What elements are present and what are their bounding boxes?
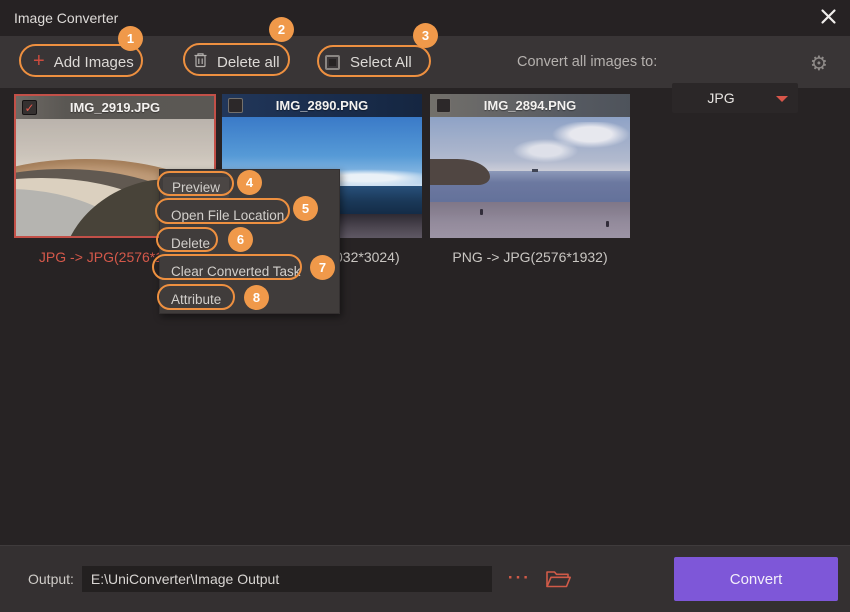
thumbnail-2-filename: IMG_2890.PNG [222, 94, 422, 117]
close-button[interactable] [816, 7, 840, 31]
chevron-down-icon [776, 96, 788, 102]
add-images-button[interactable]: + Add Images [33, 36, 134, 88]
checkbox-icon [325, 55, 340, 70]
trash-icon [193, 52, 208, 73]
select-all-label: Select All [350, 54, 412, 71]
output-label: Output: [28, 571, 74, 587]
browse-ellipsis-button[interactable]: ··· [508, 569, 531, 586]
close-icon [820, 8, 837, 30]
delete-all-button[interactable]: Delete all [193, 36, 280, 88]
open-folder-button[interactable] [545, 568, 572, 590]
thumbnail-2-header: IMG_2890.PNG [222, 94, 422, 117]
thumbnail-3-image[interactable] [430, 117, 630, 238]
add-images-label: Add Images [54, 54, 134, 71]
context-menu: Preview Open File Location Delete Clear … [159, 169, 340, 314]
select-all-checkbox[interactable]: Select All [325, 36, 412, 88]
plus-icon: + [33, 51, 45, 71]
thumbnail-card-3[interactable]: IMG_2894.PNG [430, 94, 630, 238]
menu-item-attribute[interactable]: Attribute [160, 285, 339, 313]
convert-button[interactable]: Convert [674, 557, 838, 601]
format-dropdown[interactable]: JPG [672, 83, 798, 113]
thumbnail-1-filename: IMG_2919.JPG [16, 96, 214, 119]
menu-item-open-file-location[interactable]: Open File Location [160, 201, 339, 229]
check-icon: ✓ [24, 102, 34, 114]
toolbar: + Add Images Delete all Select All Conve… [0, 36, 850, 88]
output-path-input[interactable] [82, 566, 492, 592]
menu-item-delete[interactable]: Delete [160, 229, 339, 257]
menu-item-clear-converted-task[interactable]: Clear Converted Task [160, 257, 339, 285]
settings-gear-button[interactable]: ⚙ [810, 53, 828, 73]
convert-all-label: Convert all images to: [517, 36, 657, 88]
thumbnail-3-checkbox[interactable] [436, 98, 451, 113]
thumbnail-1-checkbox[interactable]: ✓ [22, 100, 37, 115]
thumbnail-3-filename: IMG_2894.PNG [430, 94, 630, 117]
folder-icon [545, 568, 572, 590]
thumbnail-2-checkbox[interactable] [228, 98, 243, 113]
delete-all-label: Delete all [217, 54, 280, 71]
menu-item-preview[interactable]: Preview [160, 173, 339, 201]
thumbnail-3-caption: PNG -> JPG(2576*1932) [430, 247, 630, 267]
format-selected-value: JPG [672, 83, 770, 113]
footer-bar: Output: ··· Convert [0, 545, 850, 612]
title-bar: Image Converter [0, 0, 850, 36]
thumbnail-1-header: IMG_2919.JPG ✓ [16, 96, 214, 119]
window-title: Image Converter [14, 0, 118, 36]
thumbnail-3-header: IMG_2894.PNG [430, 94, 630, 117]
